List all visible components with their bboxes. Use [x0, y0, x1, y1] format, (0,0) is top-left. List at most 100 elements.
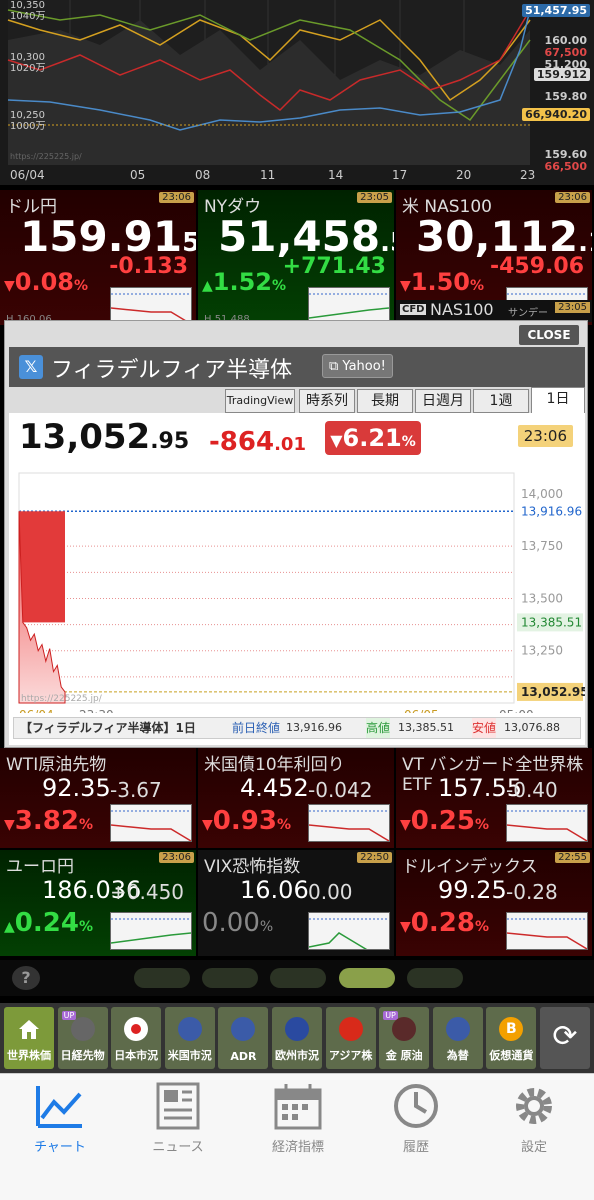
- price-change: -864.01: [209, 427, 306, 457]
- category-6[interactable]: アジア株: [325, 1007, 376, 1069]
- tile-time: 22:50: [357, 852, 392, 863]
- tab-5[interactable]: 1日: [531, 387, 585, 413]
- sparkline-line: [110, 824, 192, 842]
- up-badge: UP: [61, 1011, 77, 1020]
- tab-gear[interactable]: 設定: [484, 1080, 584, 1160]
- tab-2[interactable]: 長期: [357, 389, 413, 413]
- category-5[interactable]: 欧州市況: [272, 1007, 322, 1069]
- category-9[interactable]: B 仮想通貨: [486, 1007, 537, 1069]
- page-dot-2[interactable]: [202, 968, 258, 988]
- refresh-icon: ⟳: [552, 1019, 578, 1054]
- date-label: 14: [328, 168, 344, 182]
- market-tile[interactable]: VT バンガード全世界株 ETF 157.55 -0.40 ▼0.25%: [396, 748, 592, 848]
- down-triangle-icon: ▼: [4, 817, 15, 833]
- tile-time: 23:06: [555, 192, 590, 203]
- intraday-chart[interactable]: 14,000 13,750 13,500 13,250 13,916.96 13,385.…: [9, 463, 585, 713]
- sparkline: [308, 293, 390, 319]
- page-dot-4-active[interactable]: [339, 968, 395, 988]
- y-tick: 13,750: [521, 539, 563, 553]
- tile-spark: [308, 287, 390, 323]
- date-label: 17: [392, 168, 408, 182]
- close-button[interactable]: CLOSE: [519, 325, 579, 345]
- tab-label: 履歴: [402, 1140, 429, 1155]
- page-indicator-row: ?: [0, 960, 594, 996]
- category-3[interactable]: 米国市況: [164, 1007, 215, 1069]
- category-label: アジア株: [328, 1049, 373, 1062]
- tab-clock[interactable]: 履歴: [366, 1080, 466, 1160]
- category-label: 為替: [446, 1049, 469, 1062]
- tab-1[interactable]: 時系列: [299, 389, 355, 413]
- current-price: 13,052.95: [19, 417, 190, 457]
- page-dot-3[interactable]: [270, 968, 326, 988]
- axis-tag: 66,500: [544, 160, 587, 173]
- category-0[interactable]: 世界株価: [4, 1007, 54, 1069]
- market-tile[interactable]: ドル円23:06159.915▼0.08%-0.133H 160.06: [0, 190, 196, 325]
- sparkline-line: [506, 932, 588, 950]
- tile-cfd-nas100[interactable]: CFD NAS100 サンデー 23:05: [396, 300, 592, 322]
- tab-news[interactable]: ニュース: [128, 1080, 228, 1160]
- footer-low-value: 13,076.88: [504, 721, 560, 734]
- tile-change: -0.042: [308, 778, 373, 802]
- overlay-chart[interactable]: 10,350 1040万 10,300 1020万 10,250 1000万 http…: [0, 0, 594, 185]
- nikkei-icon: [70, 1017, 95, 1041]
- tile-pct: ▼1.50%: [400, 268, 485, 296]
- tile-time: 23:06: [159, 192, 194, 203]
- sparkline: [110, 918, 192, 944]
- tile-name: 米国債10年利回り: [204, 755, 345, 775]
- axis-tag: 159.912: [533, 68, 590, 81]
- y-label-2: 10,300 1020万: [10, 52, 46, 74]
- tile-pct: ▼0.25%: [400, 806, 489, 836]
- cfd-time: 23:05: [555, 302, 590, 313]
- tile-spark: [308, 912, 390, 952]
- tab-3[interactable]: 日週月: [415, 389, 471, 413]
- tab-label: 設定: [520, 1140, 547, 1155]
- date-label: 08: [195, 168, 211, 182]
- tile-spark: [506, 912, 588, 950]
- market-tile[interactable]: WTI原油先物 92.35 -3.67 ▼3.82%: [0, 748, 196, 848]
- tab-4[interactable]: 1週: [473, 389, 529, 413]
- percent-change-badge: ▼6.21%: [325, 421, 421, 455]
- tile-change: +0.450: [110, 880, 185, 904]
- us-flag-icon: [177, 1017, 202, 1041]
- axis-tag: 51,457.95: [522, 4, 590, 17]
- category-7[interactable]: UP 金 原油: [379, 1007, 430, 1069]
- up-triangle-icon: ▲: [202, 278, 213, 294]
- yahoo-link[interactable]: ⧉ Yahoo!: [322, 354, 393, 378]
- axis-tag: 159.80: [544, 90, 587, 103]
- refresh-button[interactable]: ⟳: [540, 1007, 590, 1069]
- category-label: 日本市況: [114, 1049, 159, 1062]
- gear-icon: [508, 1082, 560, 1130]
- market-tile[interactable]: VIX恐怖指数 22:50 16.06 0.00 0.00%: [198, 850, 394, 956]
- tile-change: +771.43: [282, 254, 386, 279]
- market-tile[interactable]: ユーロ円 23:06 186.036 +0.450 ▲0.24%: [0, 850, 196, 956]
- update-time: 23:06: [517, 425, 573, 447]
- category-label: 金 原油: [385, 1049, 423, 1062]
- category-1[interactable]: UP 日経先物: [57, 1007, 108, 1069]
- fx-icon: [445, 1017, 470, 1041]
- category-2[interactable]: 日本市況: [111, 1007, 162, 1069]
- x-logo-icon[interactable]: 𝕏: [19, 355, 43, 379]
- y-label-3: 10,250 1000万: [10, 110, 46, 132]
- bitcoin-icon: B: [499, 1017, 524, 1041]
- page-dot-5[interactable]: [407, 968, 463, 988]
- tab-label: 経済指標: [271, 1140, 324, 1155]
- footer-prev-value: 13,916.96: [286, 721, 342, 734]
- market-tile[interactable]: NYダウ23:0551,458.50▲1.52%+771.43H 51,488: [198, 190, 394, 325]
- page-dot-1[interactable]: [134, 968, 190, 988]
- sparkline: [308, 810, 390, 842]
- tile-price: 99.25: [438, 876, 507, 904]
- calendar-icon: [272, 1082, 324, 1130]
- sparkline: [110, 293, 192, 325]
- market-tile[interactable]: 米国債10年利回り 4.452 -0.042 ▼0.93%: [198, 748, 394, 848]
- help-icon[interactable]: ?: [12, 966, 40, 990]
- tab-chart[interactable]: チャート: [10, 1080, 110, 1160]
- tab-calendar[interactable]: 経済指標: [248, 1080, 348, 1160]
- footer-high-value: 13,385.51: [398, 721, 454, 734]
- tab-0[interactable]: TradingView: [225, 389, 295, 413]
- category-4[interactable]: ADR: [218, 1007, 269, 1069]
- tile-price: 16.06: [240, 876, 309, 904]
- market-tile[interactable]: ドルインデックス 22:55 99.25 -0.28 ▼0.28%: [396, 850, 592, 956]
- category-8[interactable]: 為替: [432, 1007, 483, 1069]
- axis-tag: 66,940.20: [522, 108, 590, 121]
- chart-icon: [34, 1082, 86, 1130]
